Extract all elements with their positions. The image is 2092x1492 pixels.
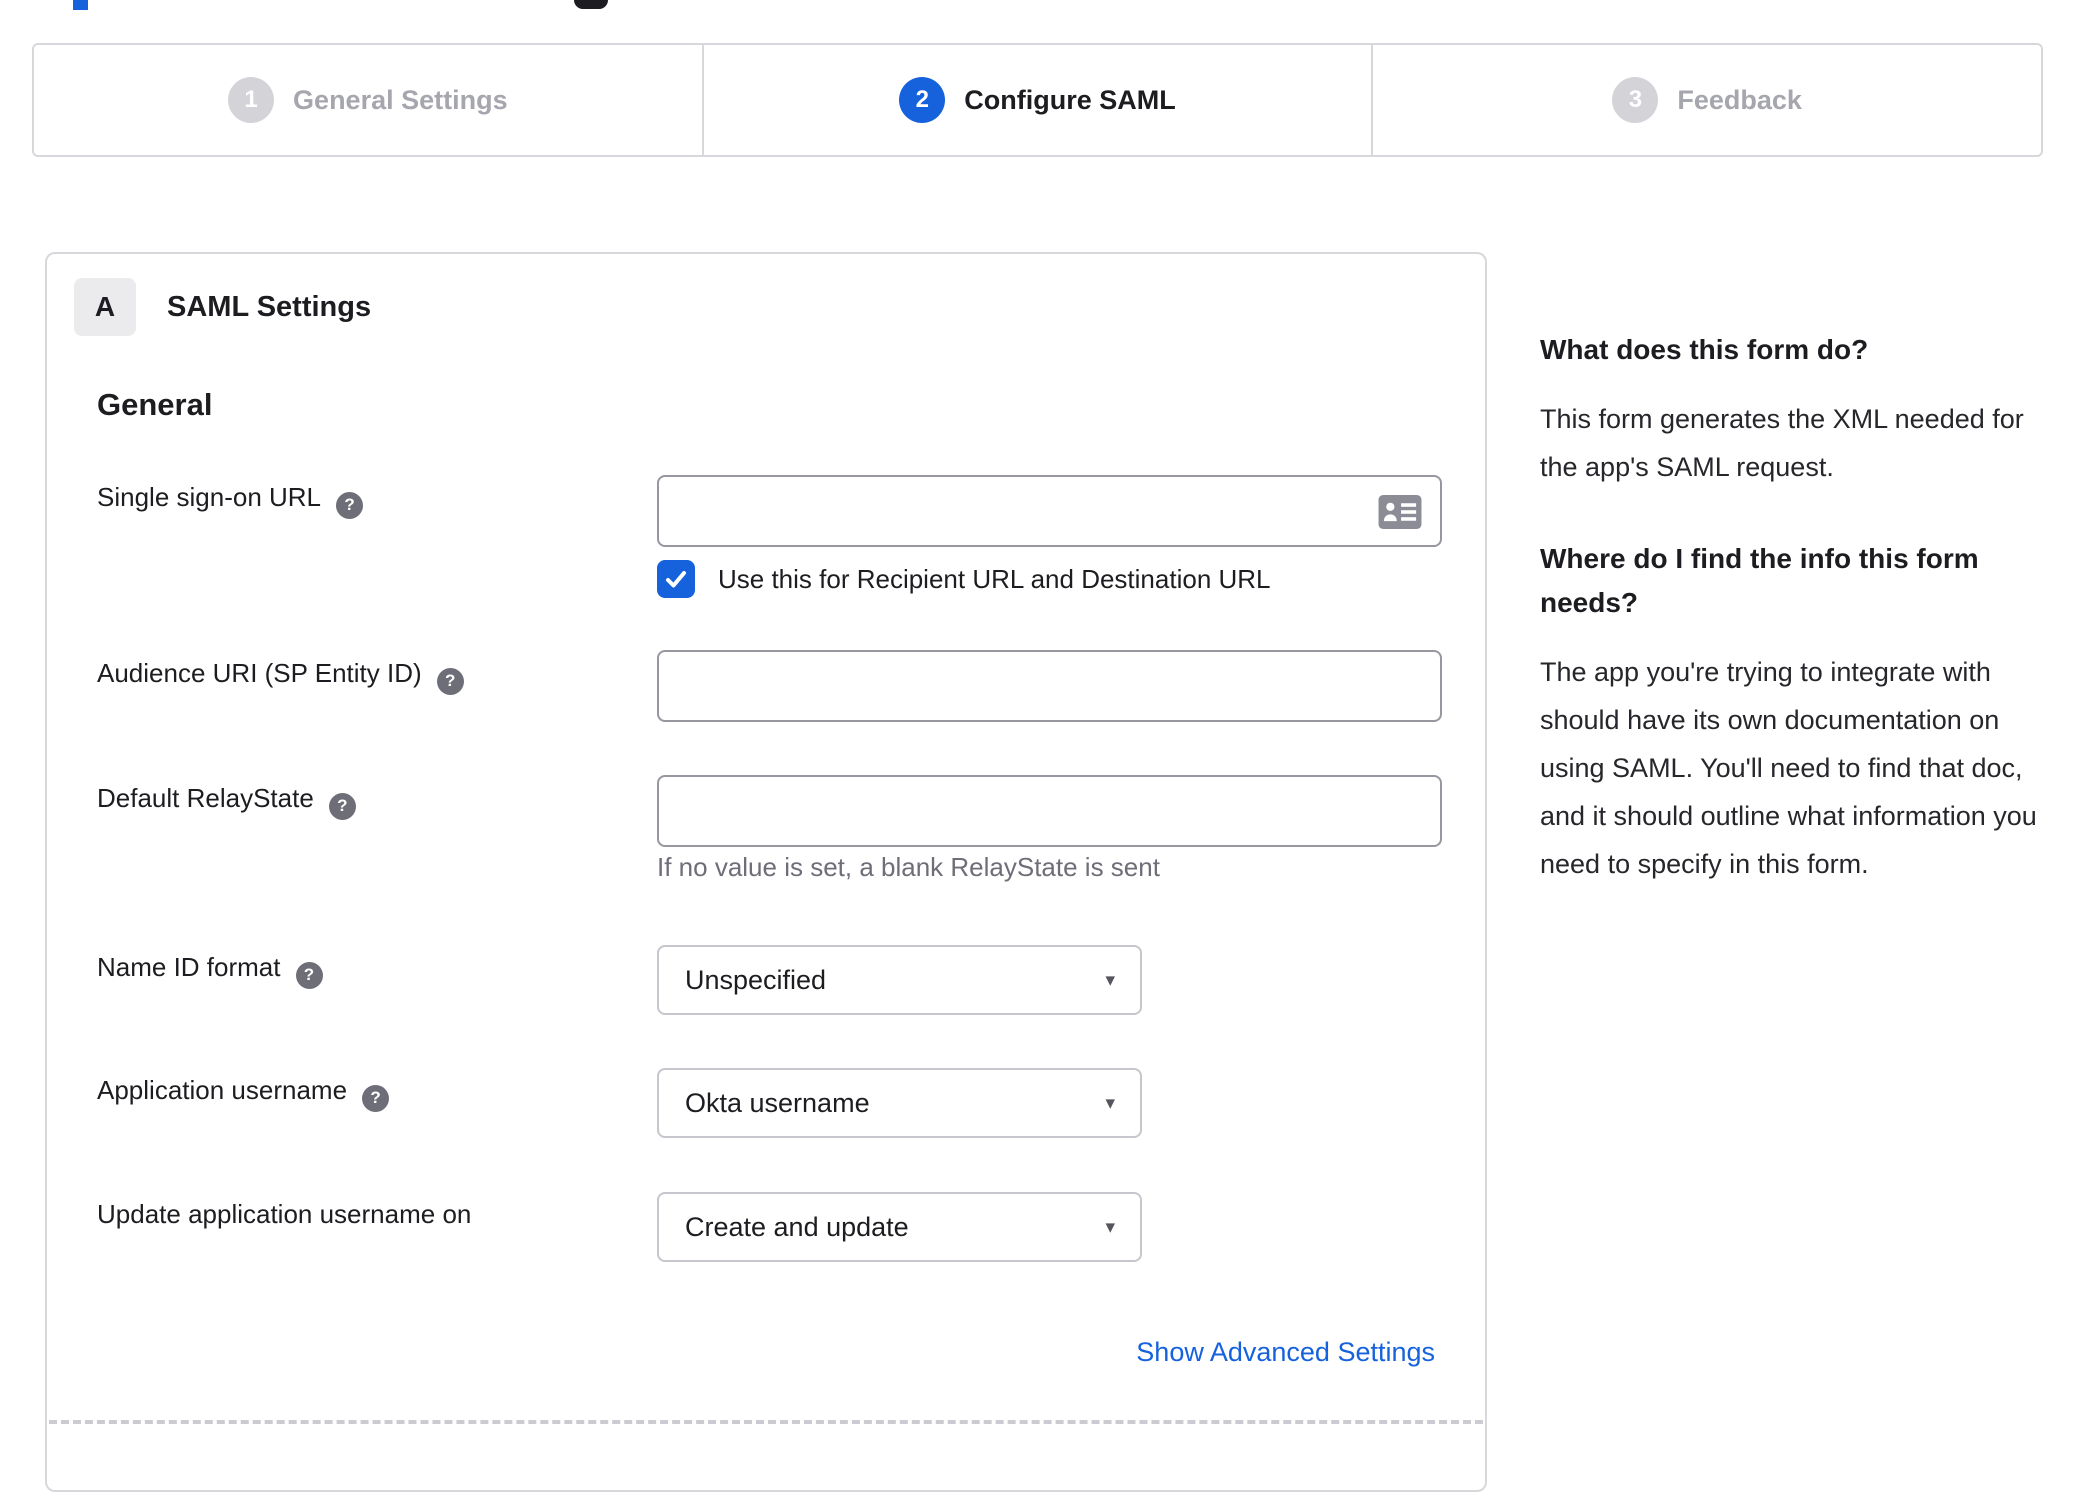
update-username-label-text: Update application username on (97, 1199, 472, 1229)
sso-url-label-text: Single sign-on URL (97, 482, 322, 512)
help-section-what-body: This form generates the XML needed for t… (1540, 404, 2024, 482)
step-general-settings[interactable]: 1 General Settings (34, 45, 702, 155)
help-section-what-heading: What does this form do? (1540, 334, 1869, 365)
panel-header: A SAML Settings (74, 278, 371, 336)
step-2-label: Configure SAML (964, 84, 1176, 115)
help-section-where-body: The app you're trying to integrate with … (1540, 657, 2037, 879)
show-advanced-settings-link[interactable]: Show Advanced Settings (1136, 1337, 1435, 1368)
chevron-down-icon: ▾ (1105, 1216, 1115, 1238)
recipient-url-checkbox[interactable] (657, 560, 695, 598)
name-id-format-select[interactable]: Unspecified ▾ (657, 945, 1142, 1015)
recipient-url-checkbox-row: Use this for Recipient URL and Destinati… (657, 560, 1271, 598)
application-username-label: Application username? (97, 1075, 390, 1112)
general-section-heading: General (97, 387, 213, 422)
tab-indicator-fragment (73, 0, 88, 10)
update-username-select[interactable]: Create and update ▾ (657, 1192, 1142, 1262)
help-section-where-heading: Where do I find the info this form needs… (1540, 543, 1979, 618)
sso-url-label: Single sign-on URL? (97, 482, 364, 519)
recipient-url-checkbox-label[interactable]: Use this for Recipient URL and Destinati… (718, 564, 1271, 595)
wizard-stepper: 1 General Settings 2 Configure SAML 3 Fe… (32, 43, 2043, 157)
chevron-down-icon: ▾ (1105, 1092, 1115, 1114)
step-feedback[interactable]: 3 Feedback (1371, 45, 2041, 155)
help-sidebar: What does this form do? This form genera… (1540, 328, 2045, 888)
section-a-badge: A (74, 278, 136, 336)
audience-uri-label: Audience URI (SP Entity ID)? (97, 658, 464, 695)
step-1-label: General Settings (293, 84, 508, 115)
step-2-badge: 2 (899, 77, 946, 123)
relay-state-hint: If no value is set, a blank RelayState i… (657, 852, 1160, 882)
step-configure-saml[interactable]: 2 Configure SAML (701, 45, 1372, 155)
dark-toggle-fragment (574, 0, 608, 9)
sso-url-input[interactable] (657, 475, 1442, 547)
name-id-format-value: Unspecified (685, 964, 827, 995)
update-username-value: Create and update (685, 1211, 909, 1242)
audience-uri-label-text: Audience URI (SP Entity ID) (97, 658, 422, 688)
help-section-where: Where do I find the info this form needs… (1540, 537, 2045, 888)
step-1-badge: 1 (228, 77, 275, 123)
name-id-format-label-text: Name ID format (97, 952, 281, 982)
step-3-label: Feedback (1677, 84, 1802, 115)
relay-state-label: Default RelayState? (97, 783, 356, 820)
help-icon[interactable]: ? (295, 961, 323, 989)
relay-state-input[interactable] (657, 775, 1442, 847)
help-icon[interactable]: ? (328, 792, 356, 820)
application-username-label-text: Application username (97, 1075, 348, 1105)
help-icon[interactable]: ? (362, 1084, 390, 1112)
section-dashed-divider (49, 1420, 1483, 1424)
relay-state-label-text: Default RelayState (97, 783, 314, 813)
panel-title: SAML Settings (167, 290, 372, 323)
update-username-label: Update application username on (97, 1199, 471, 1230)
step-3-badge: 3 (1612, 77, 1659, 123)
application-username-select[interactable]: Okta username ▾ (657, 1068, 1142, 1138)
audience-uri-input[interactable] (657, 650, 1442, 722)
help-section-what: What does this form do? This form genera… (1540, 328, 2045, 491)
help-icon[interactable]: ? (336, 491, 364, 519)
address-card-icon (1378, 495, 1422, 529)
help-icon[interactable]: ? (436, 667, 464, 695)
chevron-down-icon: ▾ (1105, 969, 1115, 991)
checkmark-icon (666, 571, 686, 588)
saml-settings-panel: A SAML Settings General Single sign-on U… (45, 252, 1487, 1492)
application-username-value: Okta username (685, 1087, 870, 1118)
name-id-format-label: Name ID format? (97, 952, 323, 989)
